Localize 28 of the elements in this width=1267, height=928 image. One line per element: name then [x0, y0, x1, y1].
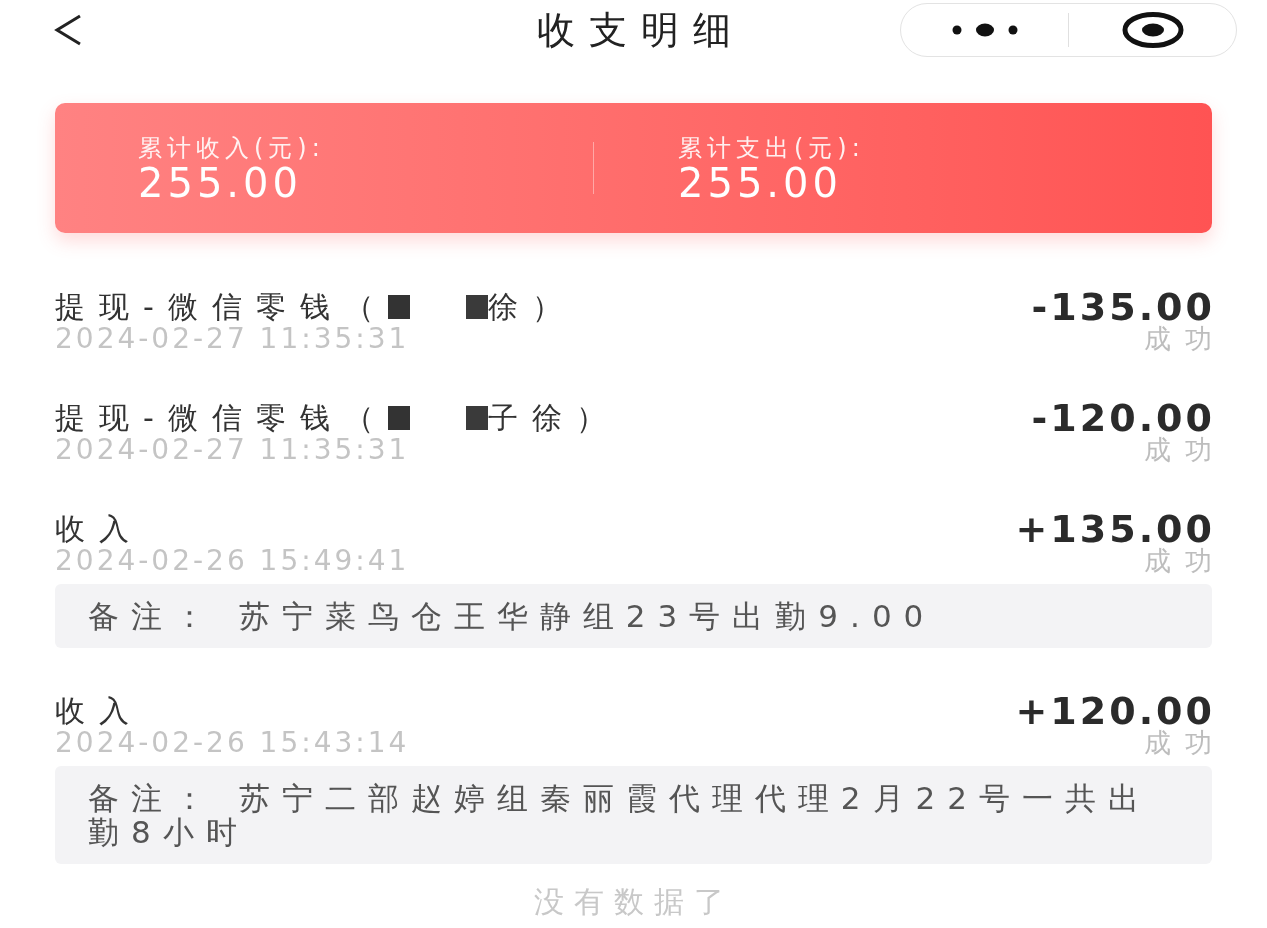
- record-title: 提现-微信零钱（: [55, 291, 388, 323]
- remark-note: 备注： 苏宁菜鸟仓王华静组23号出勤9.00: [55, 584, 1212, 648]
- summary-label: 累计收入(元):: [138, 133, 325, 163]
- page-title: 收支明细: [536, 8, 745, 52]
- record-title: 子徐）: [487, 402, 620, 434]
- record-status: 成功: [1144, 323, 1226, 355]
- record-status: 成功: [1144, 545, 1226, 577]
- record-title: 徐）: [487, 291, 576, 323]
- record-title: 提现-微信零钱（: [55, 402, 388, 434]
- remark-note: 备注： 苏宁二部赵婷组秦丽霞代理代理2月22号一共出勤8小时: [55, 766, 1212, 864]
- record-time: 2024-02-26 15:49:41: [55, 545, 410, 577]
- record-title: 收入: [55, 513, 143, 545]
- record-status: 成功: [1144, 727, 1226, 759]
- record-amount: -120.00: [1031, 402, 1215, 434]
- record-time: 2024-02-26 15:43:14: [55, 727, 410, 759]
- record-status: 成功: [1144, 434, 1226, 466]
- record-amount: +135.00: [1015, 513, 1215, 545]
- record-time: 2024-02-27 11:35:31: [55, 434, 410, 466]
- back-icon[interactable]: [54, 14, 82, 46]
- record-amount: -135.00: [1031, 291, 1215, 323]
- target-icon[interactable]: [1121, 12, 1184, 48]
- record-time: 2024-02-27 11:35:31: [55, 323, 410, 355]
- record-title: 收入: [55, 695, 143, 727]
- summary-label: 累计支出(元):: [678, 133, 865, 163]
- record-amount: +120.00: [1015, 695, 1215, 727]
- summary-amount: 255.00: [138, 163, 302, 203]
- summary-amount: 255.00: [678, 163, 842, 203]
- more-icon[interactable]: [951, 23, 1018, 37]
